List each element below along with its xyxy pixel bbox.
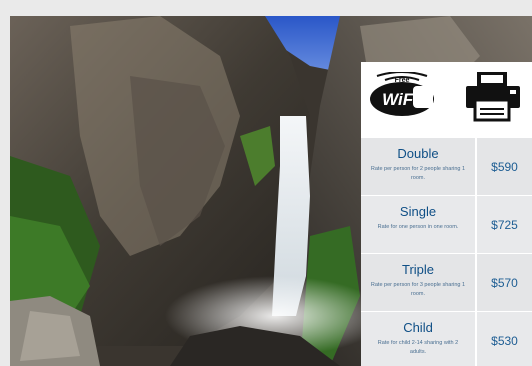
room-rates-list: Double Rate per person for 2 people shar… [361,138,532,366]
room-price: $530 [491,333,518,348]
room-note: Rate per person for 2 people sharing 1 r… [370,166,466,181]
amenities-bar: Free WiFi [361,62,532,138]
hero-frame: Free WiFi Double Rate per person for 2 p… [10,16,532,366]
room-price: $590 [491,159,518,174]
room-name: Single [399,204,437,219]
room-desc: Child Rate for child 2-14 sharing with 2… [361,312,477,366]
room-row-single: Single Rate for one person in one room. … [361,196,532,254]
room-row-triple: Triple Rate per person for 3 people shar… [361,254,532,312]
room-row-double: Double Rate per person for 2 people shar… [361,138,532,196]
room-desc: Triple Rate per person for 3 people shar… [361,254,477,311]
room-desc: Double Rate per person for 2 people shar… [361,138,477,195]
wifi-icon: Free WiFi [367,71,437,122]
pricing-panel: Free WiFi Double Rate per person for 2 p… [361,62,532,366]
room-note: Rate for child 2-14 sharing with 2 adult… [377,340,459,355]
printer-icon [463,70,523,122]
room-price: $570 [491,275,518,290]
room-price: $725 [491,217,518,232]
room-note: Rate per person for 3 people sharing 1 r… [370,282,466,297]
room-name: Child [403,320,433,335]
room-note: Rate for one person in one room. [377,224,459,230]
room-desc: Single Rate for one person in one room. [361,196,477,253]
room-name: Triple [401,262,435,277]
room-name: Double [397,146,439,161]
wifi-badge-text: WiFi [382,90,419,109]
room-row-child: Child Rate for child 2-14 sharing with 2… [361,312,532,366]
